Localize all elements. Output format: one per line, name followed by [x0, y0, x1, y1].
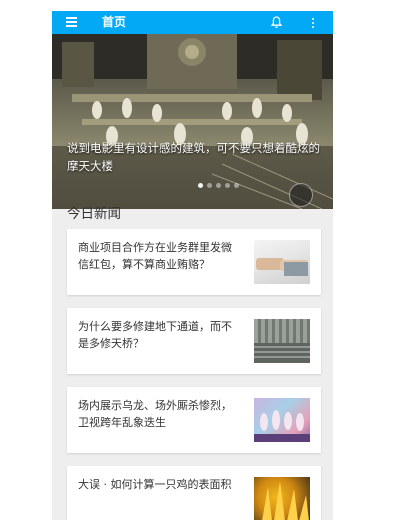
carousel-dot[interactable] — [225, 183, 230, 188]
floating-action-button[interactable] — [289, 183, 313, 207]
banner-carousel[interactable]: 说到电影里有设计感的建筑，可不要只想着酷炫的摩天大楼 — [52, 34, 333, 209]
bell-icon[interactable] — [271, 16, 282, 29]
banner-caption[interactable]: 说到电影里有设计感的建筑，可不要只想着酷炫的摩天大楼 — [67, 139, 322, 175]
news-thumbnail — [254, 398, 310, 442]
more-vert-icon[interactable] — [311, 18, 315, 28]
news-card[interactable]: 为什么要多修建地下通道，而不是多修天桥？ — [67, 308, 321, 374]
menu-icon[interactable] — [66, 16, 78, 29]
page-title: 首页 — [102, 15, 127, 29]
news-title[interactable]: 商业项目合作方在业务群里发微信红包，算不算商业贿赂？ — [78, 239, 238, 273]
banner-image — [52, 34, 333, 209]
carousel-dot[interactable] — [198, 183, 203, 188]
carousel-dot[interactable] — [216, 183, 221, 188]
news-title[interactable]: 场内展示乌龙、场外厮杀惨烈，卫视跨年乱象迭生 — [78, 397, 238, 431]
app-bar: 首页 — [52, 11, 333, 34]
carousel-dot[interactable] — [234, 183, 239, 188]
news-title[interactable]: 为什么要多修建地下通道，而不是多修天桥？ — [78, 318, 238, 352]
carousel-dot[interactable] — [207, 183, 212, 188]
news-card[interactable]: 商业项目合作方在业务群里发微信红包，算不算商业贿赂？ — [67, 229, 321, 295]
news-thumbnail — [254, 319, 310, 363]
news-thumbnail — [254, 477, 310, 520]
news-thumbnail — [254, 240, 310, 284]
phone-screen: 首页 说到电影里有设计感的建筑，可不要只想着酷炫的摩天大楼 今日新闻 商业项目合… — [52, 11, 333, 520]
news-card[interactable]: 大误 · 如何计算一只鸡的表面积 — [67, 466, 321, 520]
news-card[interactable]: 场内展示乌龙、场外厮杀惨烈，卫视跨年乱象迭生 — [67, 387, 321, 453]
news-title[interactable]: 大误 · 如何计算一只鸡的表面积 — [78, 476, 238, 493]
section-title: 今日新闻 — [67, 206, 121, 222]
